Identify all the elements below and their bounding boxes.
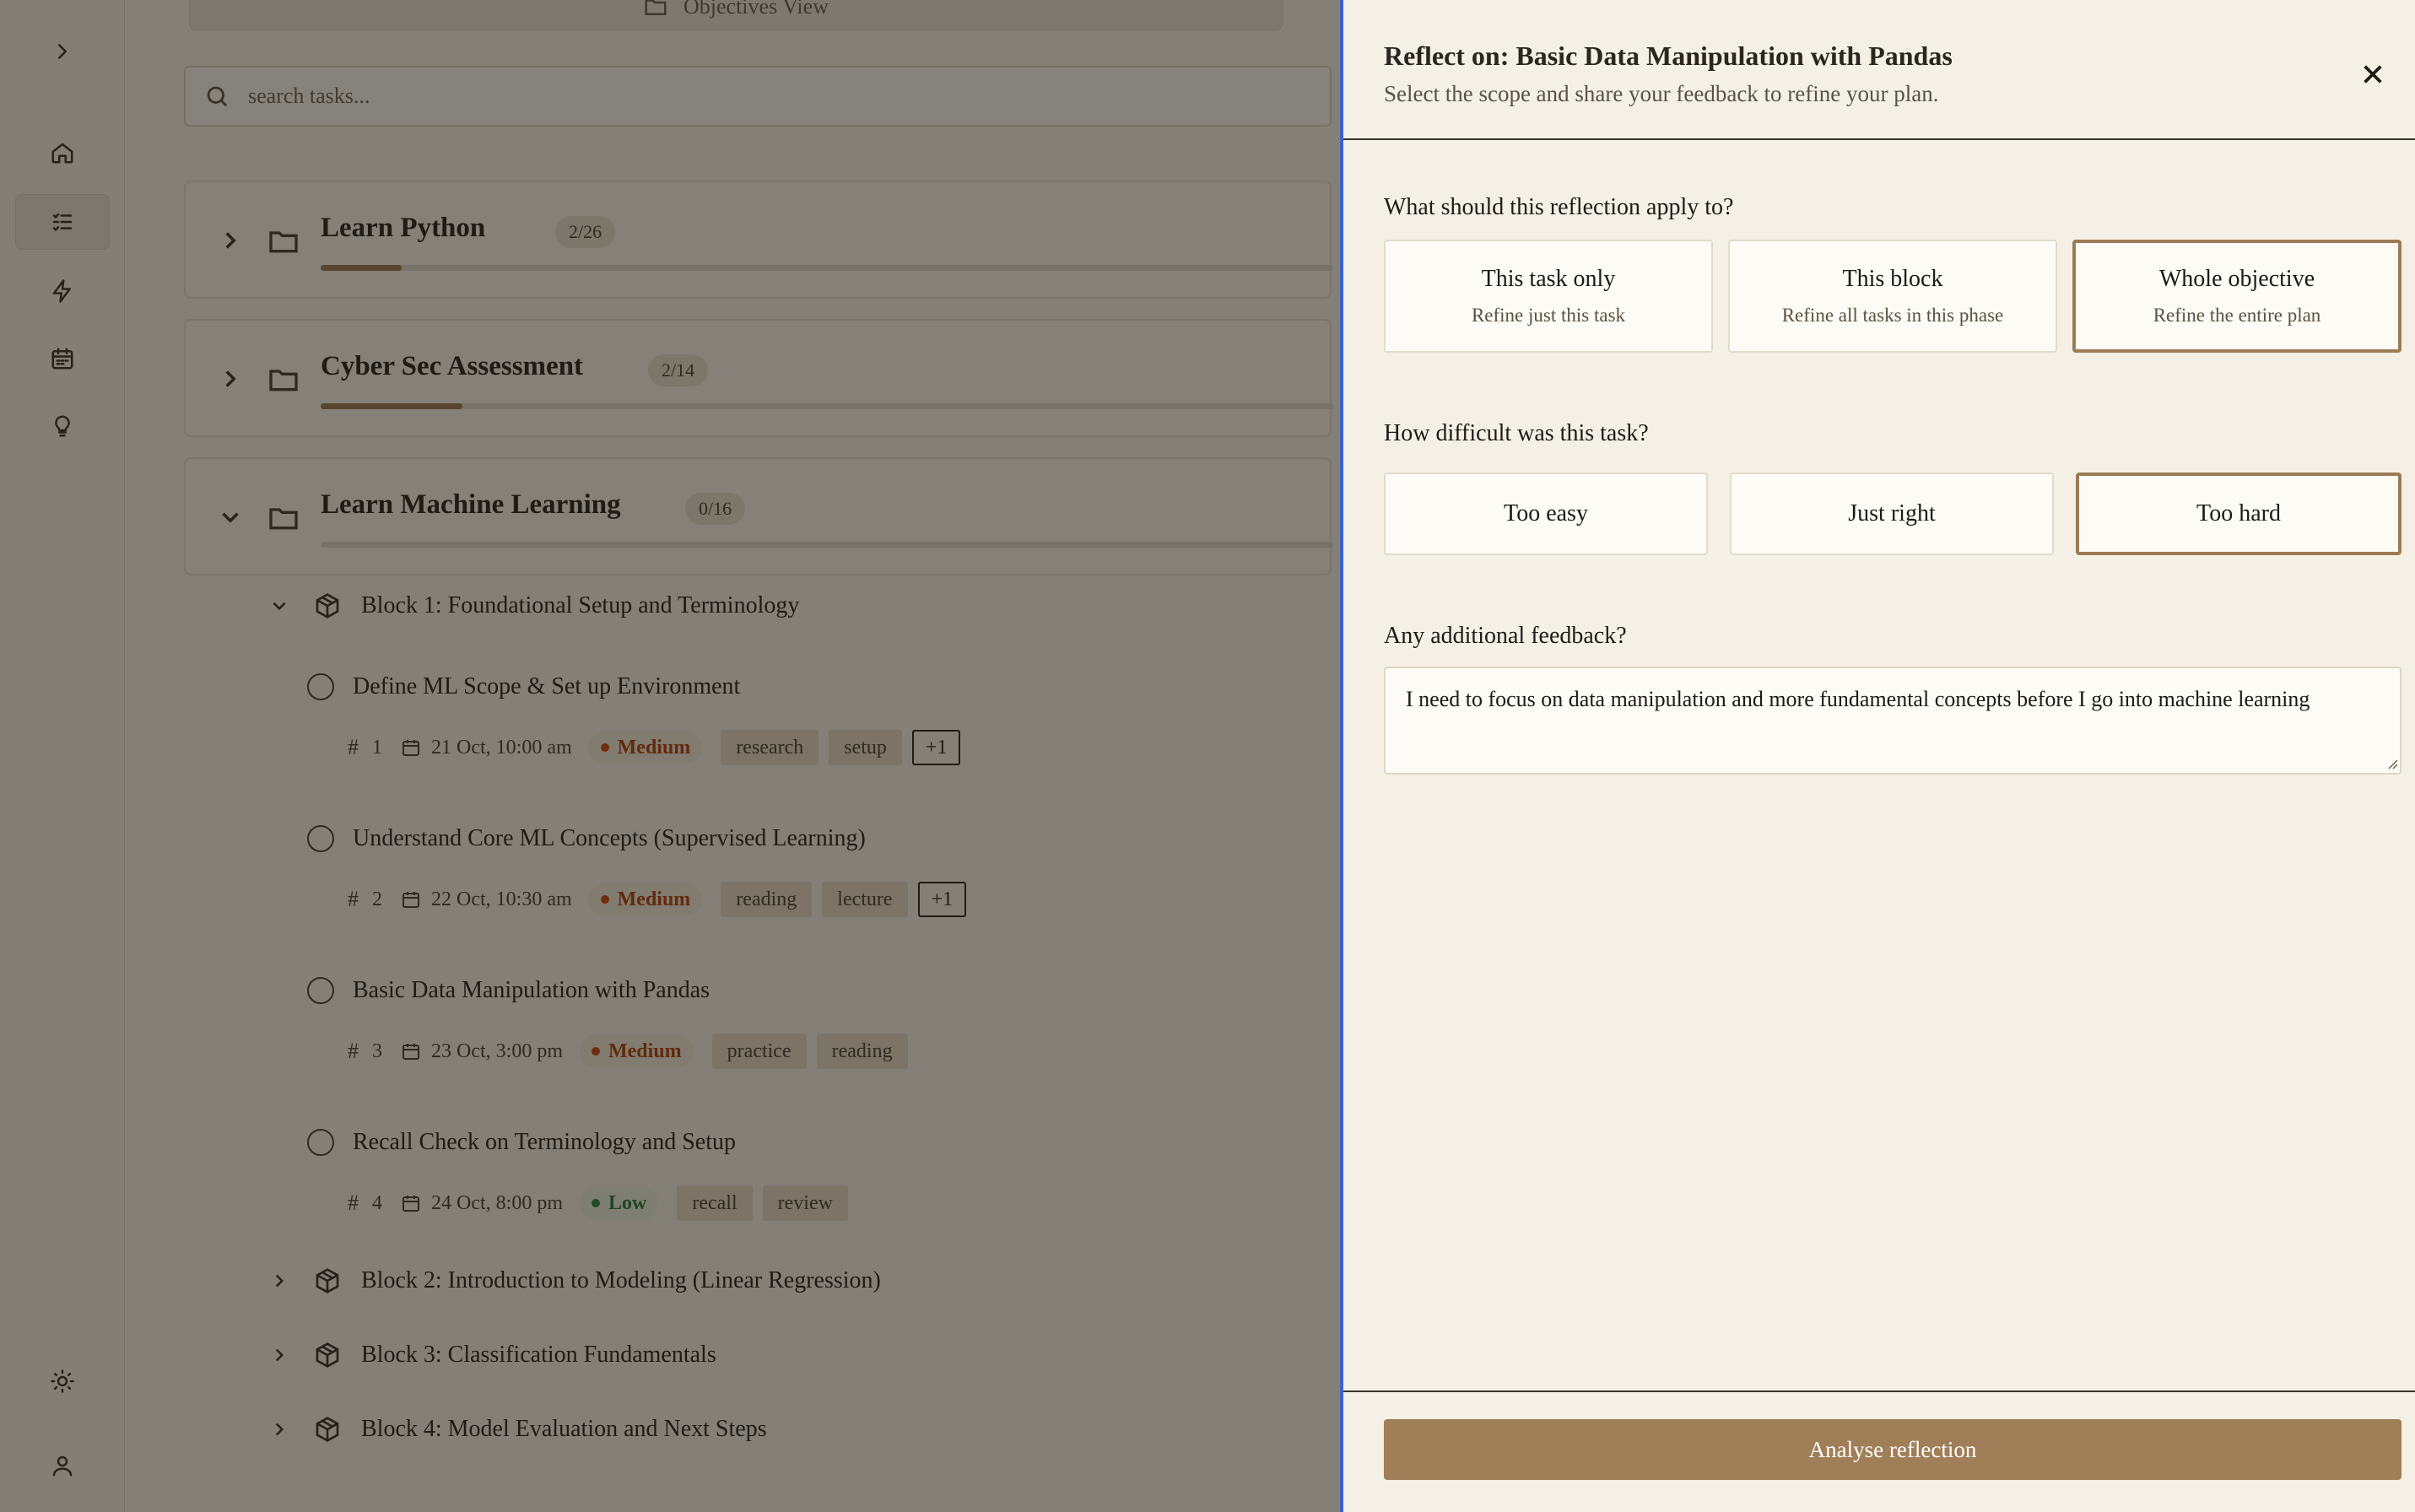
difficulty-question: How difficult was this task? [1384, 420, 1649, 446]
option-description: Refine just this task [1471, 305, 1626, 326]
option-label: This task only [1481, 266, 1616, 292]
difficulty-option-just-right[interactable]: Just right [1730, 472, 2054, 555]
option-label: Too hard [2196, 500, 2281, 526]
header-divider [1343, 138, 2415, 140]
option-label: Just right [1848, 500, 1936, 526]
option-label: Too easy [1504, 500, 1588, 526]
analyse-reflection-button[interactable]: Analyse reflection [1384, 1419, 2401, 1480]
feedback-question: Any additional feedback? [1384, 623, 1627, 649]
scope-option-task[interactable]: This task only Refine just this task [1384, 240, 1713, 353]
scope-question: What should this reflection apply to? [1384, 194, 1734, 220]
modal-backdrop[interactable] [0, 0, 1340, 1512]
reflection-panel: Reflect on: Basic Data Manipulation with… [1340, 0, 2415, 1512]
panel-title: Reflect on: Basic Data Manipulation with… [1384, 40, 1953, 71]
resize-handle-icon[interactable] [2386, 758, 2398, 770]
difficulty-option-too-hard[interactable]: Too hard [2076, 472, 2401, 555]
scope-option-block[interactable]: This block Refine all tasks in this phas… [1728, 240, 2057, 353]
scope-option-objective[interactable]: Whole objective Refine the entire plan [2072, 240, 2401, 353]
option-description: Refine all tasks in this phase [1781, 305, 2004, 326]
option-label: Whole objective [2158, 266, 2315, 292]
feedback-textarea[interactable]: I need to focus on data manipulation and… [1384, 667, 2401, 775]
difficulty-option-too-easy[interactable]: Too easy [1384, 472, 1708, 555]
option-label: This block [1842, 266, 1943, 292]
footer-divider [1343, 1390, 2415, 1392]
close-icon[interactable] [2359, 61, 2386, 88]
option-description: Refine the entire plan [2153, 305, 2321, 326]
panel-subtitle: Select the scope and share your feedback… [1384, 81, 1939, 106]
